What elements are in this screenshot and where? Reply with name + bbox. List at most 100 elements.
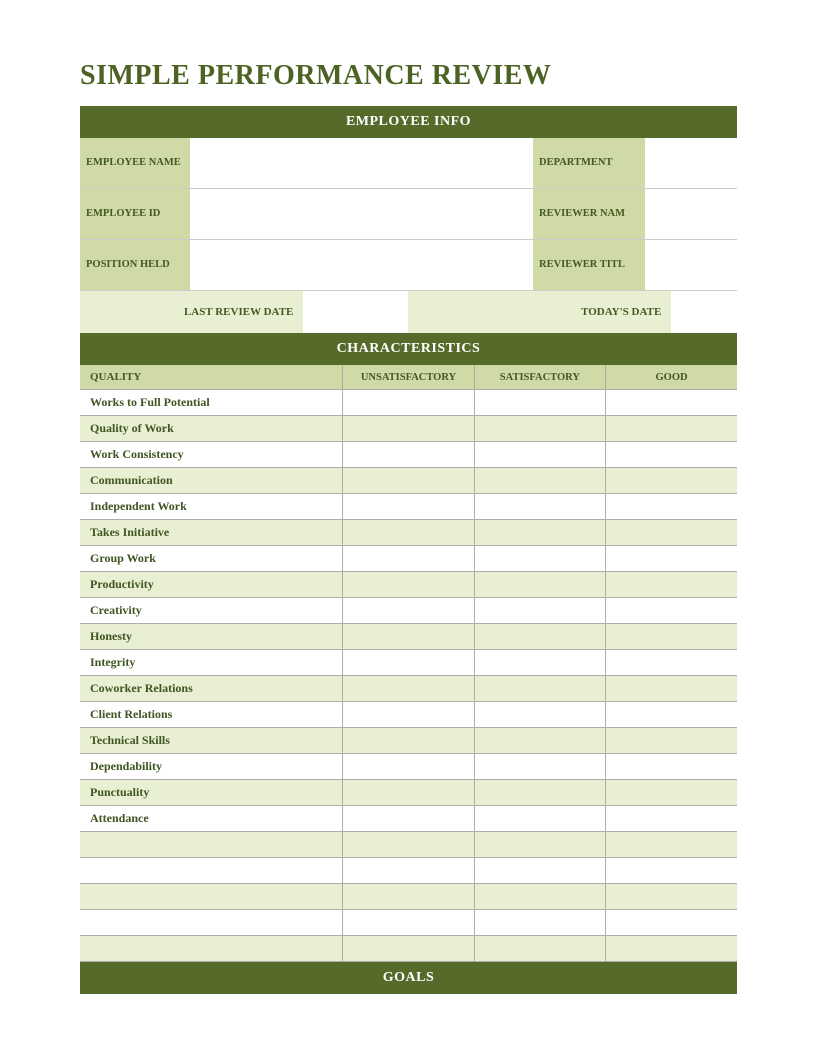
characteristics-row: Takes Initiative (80, 520, 737, 546)
rating-cell-unsatisfactory[interactable] (343, 832, 474, 858)
label-todays-date: TODAY'S DATE (408, 291, 671, 333)
col-unsatisfactory: UNSATISFACTORY (343, 365, 474, 390)
rating-cell-unsatisfactory[interactable] (343, 676, 474, 702)
rating-cell-unsatisfactory[interactable] (343, 442, 474, 468)
characteristics-row (80, 884, 737, 910)
rating-cell-satisfactory[interactable] (474, 884, 605, 910)
rating-cell-satisfactory[interactable] (474, 416, 605, 442)
rating-cell-good[interactable] (606, 702, 737, 728)
rating-cell-satisfactory[interactable] (474, 546, 605, 572)
rating-cell-good[interactable] (606, 806, 737, 832)
quality-label: Communication (80, 468, 343, 494)
rating-cell-satisfactory[interactable] (474, 936, 605, 962)
characteristics-table: QUALITY UNSATISFACTORY SATISFACTORY GOOD… (80, 365, 737, 962)
rating-cell-good[interactable] (606, 546, 737, 572)
rating-cell-unsatisfactory[interactable] (343, 572, 474, 598)
field-employee-name[interactable] (190, 138, 533, 189)
rating-cell-satisfactory[interactable] (474, 728, 605, 754)
field-todays-date[interactable] (671, 291, 737, 333)
rating-cell-satisfactory[interactable] (474, 832, 605, 858)
employee-info-table: EMPLOYEE NAME DEPARTMENT EMPLOYEE ID REV… (80, 138, 737, 291)
rating-cell-good[interactable] (606, 598, 737, 624)
date-row-table: LAST REVIEW DATE TODAY'S DATE (80, 291, 737, 333)
quality-label: Technical Skills (80, 728, 343, 754)
quality-label: Attendance (80, 806, 343, 832)
rating-cell-good[interactable] (606, 858, 737, 884)
rating-cell-good[interactable] (606, 832, 737, 858)
quality-label: Coworker Relations (80, 676, 343, 702)
rating-cell-satisfactory[interactable] (474, 494, 605, 520)
rating-cell-good[interactable] (606, 650, 737, 676)
rating-cell-good[interactable] (606, 884, 737, 910)
label-position-held: POSITION HELD (80, 240, 190, 291)
rating-cell-satisfactory[interactable] (474, 702, 605, 728)
rating-cell-good[interactable] (606, 572, 737, 598)
rating-cell-unsatisfactory[interactable] (343, 728, 474, 754)
rating-cell-unsatisfactory[interactable] (343, 754, 474, 780)
quality-label: Creativity (80, 598, 343, 624)
characteristics-row: Quality of Work (80, 416, 737, 442)
rating-cell-satisfactory[interactable] (474, 650, 605, 676)
rating-cell-unsatisfactory[interactable] (343, 884, 474, 910)
rating-cell-satisfactory[interactable] (474, 390, 605, 416)
rating-cell-unsatisfactory[interactable] (343, 416, 474, 442)
rating-cell-good[interactable] (606, 468, 737, 494)
rating-cell-good[interactable] (606, 754, 737, 780)
rating-cell-good[interactable] (606, 520, 737, 546)
rating-cell-satisfactory[interactable] (474, 442, 605, 468)
rating-cell-good[interactable] (606, 780, 737, 806)
field-reviewer-title[interactable] (645, 240, 737, 291)
rating-cell-satisfactory[interactable] (474, 806, 605, 832)
rating-cell-good[interactable] (606, 936, 737, 962)
rating-cell-unsatisfactory[interactable] (343, 598, 474, 624)
field-employee-id[interactable] (190, 189, 533, 240)
rating-cell-unsatisfactory[interactable] (343, 650, 474, 676)
rating-cell-good[interactable] (606, 624, 737, 650)
quality-label: Honesty (80, 624, 343, 650)
quality-label: Takes Initiative (80, 520, 343, 546)
rating-cell-good[interactable] (606, 728, 737, 754)
quality-label: Independent Work (80, 494, 343, 520)
rating-cell-satisfactory[interactable] (474, 676, 605, 702)
rating-cell-unsatisfactory[interactable] (343, 910, 474, 936)
rating-cell-satisfactory[interactable] (474, 598, 605, 624)
section-header-goals: GOALS (80, 962, 737, 994)
section-header-employee-info: EMPLOYEE INFO (80, 106, 737, 138)
rating-cell-unsatisfactory[interactable] (343, 780, 474, 806)
rating-cell-unsatisfactory[interactable] (343, 390, 474, 416)
rating-cell-satisfactory[interactable] (474, 572, 605, 598)
rating-cell-satisfactory[interactable] (474, 520, 605, 546)
rating-cell-good[interactable] (606, 390, 737, 416)
field-last-review-date[interactable] (303, 291, 408, 333)
rating-cell-good[interactable] (606, 416, 737, 442)
rating-cell-satisfactory[interactable] (474, 468, 605, 494)
rating-cell-unsatisfactory[interactable] (343, 702, 474, 728)
field-department[interactable] (645, 138, 737, 189)
rating-cell-good[interactable] (606, 910, 737, 936)
quality-label (80, 832, 343, 858)
rating-cell-good[interactable] (606, 676, 737, 702)
rating-cell-good[interactable] (606, 442, 737, 468)
rating-cell-satisfactory[interactable] (474, 624, 605, 650)
characteristics-row (80, 858, 737, 884)
field-position-held[interactable] (190, 240, 533, 291)
field-reviewer-name[interactable] (645, 189, 737, 240)
rating-cell-unsatisfactory[interactable] (343, 936, 474, 962)
rating-cell-unsatisfactory[interactable] (343, 806, 474, 832)
rating-cell-unsatisfactory[interactable] (343, 520, 474, 546)
characteristics-row: Punctuality (80, 780, 737, 806)
label-employee-id: EMPLOYEE ID (80, 189, 190, 240)
rating-cell-unsatisfactory[interactable] (343, 858, 474, 884)
rating-cell-unsatisfactory[interactable] (343, 624, 474, 650)
quality-label: Quality of Work (80, 416, 343, 442)
rating-cell-unsatisfactory[interactable] (343, 494, 474, 520)
rating-cell-unsatisfactory[interactable] (343, 468, 474, 494)
rating-cell-good[interactable] (606, 494, 737, 520)
rating-cell-satisfactory[interactable] (474, 780, 605, 806)
characteristics-row (80, 832, 737, 858)
characteristics-row (80, 910, 737, 936)
rating-cell-unsatisfactory[interactable] (343, 546, 474, 572)
rating-cell-satisfactory[interactable] (474, 910, 605, 936)
rating-cell-satisfactory[interactable] (474, 858, 605, 884)
rating-cell-satisfactory[interactable] (474, 754, 605, 780)
